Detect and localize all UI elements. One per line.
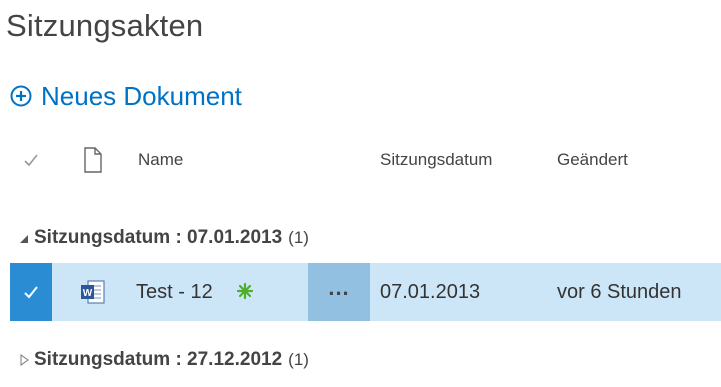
- checkmark-icon: [24, 286, 38, 299]
- word-document-icon: W: [81, 280, 105, 304]
- document-library-page: Sitzungsakten Neues Dokument Name Sitzun…: [0, 0, 721, 387]
- document-type-icon[interactable]: [82, 146, 104, 174]
- column-header-name[interactable]: Name: [138, 150, 183, 170]
- group-header-expanded[interactable]: Sitzungsdatum : 07.01.2013 (1): [18, 223, 309, 253]
- expanded-triangle-icon: [20, 235, 28, 243]
- svg-text:W: W: [83, 288, 93, 299]
- group-count: (1): [288, 350, 309, 369]
- select-all-checkmark-icon[interactable]: [23, 152, 39, 168]
- ellipsis-icon: ...: [328, 275, 350, 300]
- new-document-label: Neues Dokument: [41, 80, 242, 111]
- new-document-button[interactable]: Neues Dokument: [10, 80, 242, 112]
- collapsed-triangle-icon: [20, 354, 29, 366]
- group-label: Sitzungsdatum : 07.01.2013: [34, 227, 283, 248]
- table-row[interactable]: W Test - 12 ... 07.01.2013 vor 6 Stunden: [10, 263, 721, 321]
- plus-circle-icon: [10, 85, 32, 107]
- group-label: Sitzungsdatum : 27.12.2012: [34, 349, 283, 370]
- row-select-checkbox[interactable]: [10, 263, 52, 321]
- item-menu-button[interactable]: ...: [308, 263, 370, 321]
- geaendert-cell: vor 6 Stunden: [557, 281, 682, 303]
- group-header-collapsed[interactable]: Sitzungsdatum : 27.12.2012 (1): [18, 345, 309, 375]
- page-title: Sitzungsakten: [6, 8, 204, 43]
- group-count: (1): [288, 228, 309, 247]
- new-item-icon: [236, 282, 254, 300]
- sitzungsdatum-cell: 07.01.2013: [380, 281, 481, 303]
- column-header-geaendert[interactable]: Geändert: [557, 150, 628, 170]
- column-header-row: Name Sitzungsdatum Geändert: [0, 142, 721, 178]
- document-name-link[interactable]: Test - 12: [136, 281, 213, 304]
- column-header-sitzungsdatum[interactable]: Sitzungsdatum: [380, 150, 492, 170]
